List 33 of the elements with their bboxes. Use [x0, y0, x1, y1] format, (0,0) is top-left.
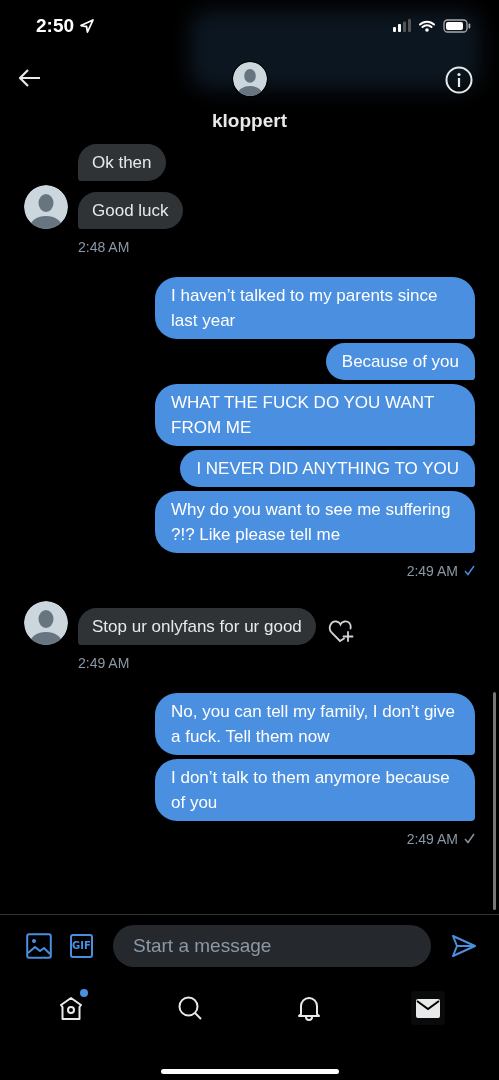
message-bubble[interactable]: Ok then	[78, 143, 166, 181]
info-icon	[445, 65, 473, 94]
profile-avatar	[232, 61, 267, 96]
location-arrow-icon	[80, 18, 95, 33]
home-icon	[58, 995, 85, 1022]
signal-icon	[393, 19, 411, 33]
message-bubble[interactable]: No, you can tell my family, I don’t give a fuck. Tell them now	[155, 692, 475, 755]
message-bubble[interactable]: Good luck	[78, 191, 183, 229]
message-time: 2:49 AM	[78, 654, 130, 671]
message-bubble[interactable]: I haven’t talked to my parents since last year	[155, 276, 475, 339]
gif-button[interactable]: GIF	[70, 934, 93, 959]
tab-button[interactable]	[410, 991, 445, 1026]
message-bubble[interactable]: Why do you want to see me suffering ?!? Like please tell me	[155, 490, 475, 553]
send-icon	[451, 934, 477, 959]
search-icon	[177, 995, 204, 1022]
send-button[interactable]	[451, 934, 477, 959]
message-bubble[interactable]: Because of you	[325, 342, 475, 380]
image-button[interactable]	[26, 933, 52, 960]
status-time: 2:50	[36, 14, 75, 37]
image-icon	[26, 933, 52, 960]
message-time: 2:48 AM	[78, 238, 130, 255]
bell-icon	[295, 995, 322, 1022]
contact-name: kloppert	[212, 109, 287, 132]
wifi-icon	[419, 19, 435, 32]
message-time: 2:49 AM	[406, 830, 458, 847]
back-arrow-icon	[18, 67, 42, 88]
message-bubble[interactable]: I don’t talk to them anymore because of you	[155, 758, 475, 821]
message-bubble[interactable]: I NEVER DID ANYTHING TO YOU	[180, 449, 475, 487]
message-bubble[interactable]: Stop ur onlyfans for ur good	[78, 607, 316, 645]
battery-icon	[443, 18, 471, 33]
message-bubble[interactable]: WHAT THE FUCK DO YOU WANT FROM ME	[155, 383, 475, 446]
message-field[interactable]: Start a message	[113, 925, 431, 968]
message-time: 2:49 AM	[406, 562, 458, 579]
